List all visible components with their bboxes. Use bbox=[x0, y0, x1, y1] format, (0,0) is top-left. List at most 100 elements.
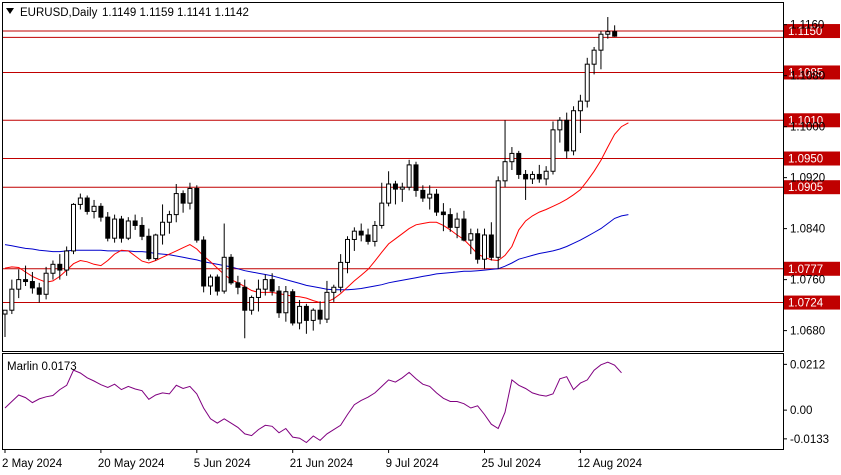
price-tick-label: 1.0840 bbox=[790, 224, 825, 236]
price-tick-label: 1.0680 bbox=[790, 326, 825, 338]
candle bbox=[509, 152, 515, 163]
candle bbox=[29, 281, 35, 289]
indicator-tick-label: 0.0212 bbox=[790, 359, 825, 371]
candle bbox=[303, 305, 309, 321]
candle bbox=[420, 189, 426, 199]
candle bbox=[550, 129, 556, 172]
candle bbox=[591, 49, 597, 65]
candle bbox=[228, 256, 234, 284]
time-label: 5 Jun 2024 bbox=[194, 458, 252, 470]
candle bbox=[529, 173, 535, 180]
symbol-timeframe: EURUSD,Daily bbox=[20, 7, 98, 19]
ohlc-values: 1.1149 1.1159 1.1141 1.1142 bbox=[102, 7, 249, 19]
level-label: 1.0950 bbox=[788, 154, 823, 166]
indicator-axis: 0.0212 0.00 -0.0133 bbox=[783, 359, 829, 446]
candle bbox=[379, 202, 385, 226]
candle bbox=[386, 183, 392, 204]
candle bbox=[84, 197, 90, 212]
candle bbox=[324, 291, 330, 320]
candle bbox=[372, 224, 378, 242]
time-axis: 2 May 2024 20 May 2024 5 Jun 2024 21 Jun 20… bbox=[2, 449, 643, 470]
candle bbox=[495, 180, 501, 258]
candle bbox=[605, 31, 611, 35]
candle bbox=[64, 250, 70, 271]
candle bbox=[413, 164, 419, 191]
price-tick-label: 1.0920 bbox=[790, 173, 825, 185]
time-label: 20 May 2024 bbox=[98, 458, 165, 470]
candle bbox=[118, 218, 124, 239]
time-label: 21 Jun 2024 bbox=[290, 458, 354, 470]
candle bbox=[310, 309, 316, 321]
candle bbox=[338, 261, 344, 288]
candle bbox=[564, 119, 570, 152]
candle bbox=[290, 291, 296, 324]
candle bbox=[173, 193, 179, 216]
indicator-label: Marlin 0.0173 bbox=[7, 361, 77, 373]
candle bbox=[297, 305, 303, 324]
candle bbox=[262, 279, 268, 290]
candle bbox=[269, 279, 275, 292]
candle bbox=[317, 309, 323, 320]
candle bbox=[249, 296, 255, 311]
candle bbox=[427, 193, 433, 199]
candle bbox=[16, 279, 22, 290]
candle bbox=[43, 272, 49, 295]
candle bbox=[399, 186, 405, 190]
candle bbox=[502, 161, 508, 182]
candle bbox=[23, 279, 29, 283]
candle bbox=[71, 203, 76, 252]
candle bbox=[57, 263, 63, 271]
candle bbox=[146, 235, 152, 260]
candle bbox=[468, 233, 474, 241]
candle bbox=[406, 164, 412, 188]
candle bbox=[516, 152, 522, 175]
level-label: 1.0724 bbox=[788, 298, 824, 310]
candle bbox=[255, 288, 261, 298]
candle bbox=[166, 214, 172, 223]
candle bbox=[523, 173, 529, 180]
price-tick-label: 1.1080 bbox=[790, 71, 825, 83]
candle bbox=[180, 193, 186, 204]
candle bbox=[392, 183, 398, 190]
candle bbox=[351, 230, 357, 240]
candle bbox=[2, 309, 8, 315]
indicator-tick-label: 0.00 bbox=[790, 405, 812, 417]
candle bbox=[242, 286, 248, 311]
candle bbox=[557, 119, 563, 131]
candle bbox=[160, 221, 166, 236]
candle bbox=[577, 100, 583, 112]
candle bbox=[91, 205, 97, 212]
candle bbox=[77, 197, 83, 205]
price-tick-label: 1.0760 bbox=[790, 275, 825, 287]
candle bbox=[454, 218, 460, 228]
candle bbox=[584, 63, 590, 102]
candle bbox=[194, 187, 200, 241]
candle bbox=[571, 110, 577, 152]
candle bbox=[139, 224, 145, 237]
candle bbox=[461, 218, 467, 241]
candle bbox=[447, 214, 453, 228]
time-label: 9 Jul 2024 bbox=[386, 458, 440, 470]
candle bbox=[276, 290, 282, 314]
eurusd-chart[interactable]: 1.11501.10851.10101.09501.09051.07771.07… bbox=[0, 0, 841, 475]
indicator-panel-frame bbox=[2, 353, 784, 450]
price-tick-label: 1.1000 bbox=[790, 122, 825, 134]
time-label: 2 May 2024 bbox=[2, 458, 63, 470]
price-tick-label: 1.1160 bbox=[790, 20, 824, 32]
candle bbox=[475, 233, 481, 260]
candle bbox=[358, 230, 364, 236]
candle bbox=[214, 276, 220, 292]
candle bbox=[153, 234, 159, 260]
candle bbox=[345, 238, 350, 263]
candle bbox=[105, 216, 111, 239]
candle bbox=[221, 256, 227, 292]
candle bbox=[488, 234, 494, 258]
candle bbox=[201, 239, 207, 287]
candle bbox=[125, 220, 131, 239]
candle bbox=[235, 282, 241, 288]
candle bbox=[132, 220, 138, 226]
candle bbox=[434, 193, 440, 213]
candle bbox=[187, 187, 193, 204]
candle bbox=[365, 234, 371, 242]
price-panel-frame bbox=[2, 2, 784, 352]
